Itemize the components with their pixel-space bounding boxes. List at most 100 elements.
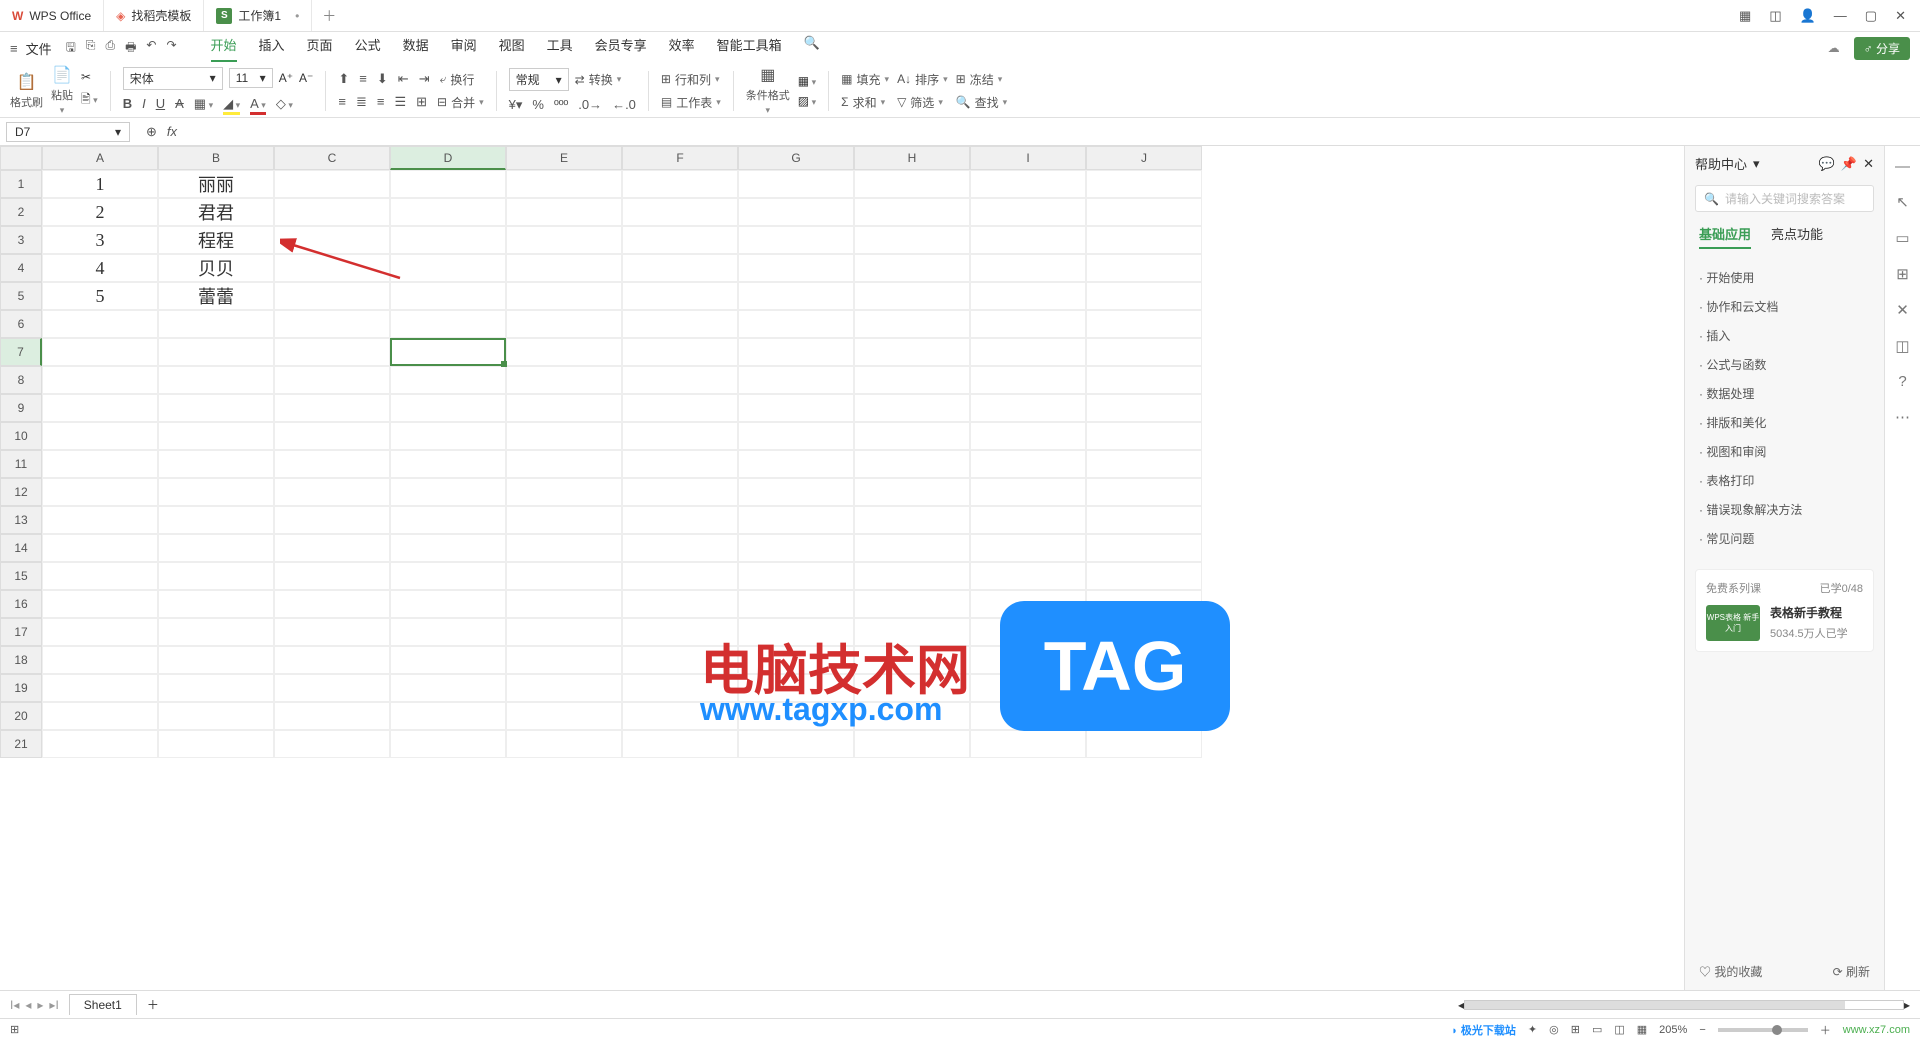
pin-icon[interactable]: 📌 <box>1841 156 1857 172</box>
cell[interactable] <box>506 282 622 310</box>
clear-format-button[interactable]: ◇ <box>276 96 293 115</box>
cell[interactable] <box>158 338 274 366</box>
redo-icon[interactable]: ↷ <box>166 38 176 59</box>
cell[interactable] <box>390 506 506 534</box>
cell[interactable] <box>970 310 1086 338</box>
help-item[interactable]: 视图和审阅 <box>1699 437 1870 466</box>
column-header[interactable]: I <box>970 146 1086 170</box>
italic-button[interactable]: I <box>142 96 146 115</box>
cell[interactable] <box>738 562 854 590</box>
cell[interactable] <box>274 478 390 506</box>
cell[interactable] <box>854 590 970 618</box>
help-item[interactable]: 错误现象解决方法 <box>1699 495 1870 524</box>
sort-button[interactable]: A↓ 排序 <box>897 71 948 88</box>
cell[interactable] <box>738 534 854 562</box>
currency-icon[interactable]: ¥▾ <box>509 97 523 113</box>
cell[interactable] <box>738 254 854 282</box>
row-header[interactable]: 13 <box>0 506 42 534</box>
cell[interactable] <box>854 394 970 422</box>
align-middle-icon[interactable]: ≡ <box>359 71 367 88</box>
cell[interactable] <box>1086 730 1202 758</box>
row-header[interactable]: 6 <box>0 310 42 338</box>
cell[interactable] <box>390 730 506 758</box>
cell[interactable]: 4 <box>42 254 158 282</box>
cell[interactable] <box>622 170 738 198</box>
tab-start[interactable]: 开始 <box>211 35 237 62</box>
cell[interactable] <box>854 478 970 506</box>
cell[interactable]: 2 <box>42 198 158 226</box>
cell[interactable] <box>738 310 854 338</box>
cell[interactable] <box>158 702 274 730</box>
my-favorites-button[interactable]: ♡ 我的收藏 <box>1699 963 1762 980</box>
cell[interactable] <box>42 590 158 618</box>
cell[interactable] <box>158 618 274 646</box>
row-header[interactable]: 3 <box>0 226 42 254</box>
cell[interactable] <box>970 562 1086 590</box>
help-item[interactable]: 开始使用 <box>1699 263 1870 292</box>
row-header[interactable]: 18 <box>0 646 42 674</box>
cell[interactable] <box>506 674 622 702</box>
print-icon[interactable]: ⎙ <box>105 38 115 59</box>
cell[interactable] <box>854 282 970 310</box>
cell[interactable] <box>390 562 506 590</box>
row-header[interactable]: 9 <box>0 394 42 422</box>
cell[interactable] <box>274 310 390 338</box>
cell[interactable] <box>854 422 970 450</box>
row-header[interactable]: 16 <box>0 590 42 618</box>
font-color-button[interactable]: A <box>250 96 266 115</box>
border-button[interactable]: ▦ <box>194 96 213 115</box>
cell[interactable] <box>738 590 854 618</box>
cell[interactable] <box>42 310 158 338</box>
cell[interactable] <box>970 478 1086 506</box>
cell[interactable] <box>738 338 854 366</box>
row-header[interactable]: 8 <box>0 366 42 394</box>
cell[interactable] <box>274 562 390 590</box>
cell[interactable] <box>970 730 1086 758</box>
cell[interactable] <box>970 282 1086 310</box>
row-col-button[interactable]: ⊞ 行和列 <box>661 71 721 88</box>
library-icon[interactable]: ◫ <box>1895 337 1909 355</box>
row-header[interactable]: 15 <box>0 562 42 590</box>
cell[interactable] <box>274 422 390 450</box>
cell[interactable] <box>42 394 158 422</box>
cell[interactable] <box>970 534 1086 562</box>
cell[interactable] <box>854 338 970 366</box>
help-item[interactable]: 数据处理 <box>1699 379 1870 408</box>
name-box[interactable]: D7▾ <box>6 122 130 142</box>
cell[interactable] <box>390 702 506 730</box>
select-all-corner[interactable] <box>0 146 42 170</box>
undo-icon[interactable]: ↶ <box>146 38 156 59</box>
tab-smart[interactable]: 智能工具箱 <box>717 35 782 62</box>
cell[interactable] <box>42 338 158 366</box>
cell[interactable] <box>274 450 390 478</box>
zoom-level[interactable]: 205% <box>1659 1024 1687 1036</box>
cell[interactable] <box>390 646 506 674</box>
cell[interactable] <box>622 506 738 534</box>
cell[interactable] <box>42 618 158 646</box>
cell[interactable] <box>970 506 1086 534</box>
cell[interactable] <box>622 394 738 422</box>
cell[interactable] <box>622 534 738 562</box>
cell[interactable] <box>390 366 506 394</box>
cell[interactable] <box>970 254 1086 282</box>
cell[interactable] <box>42 534 158 562</box>
backup-icon[interactable]: ⊞ <box>1896 265 1909 283</box>
hamburger-icon[interactable]: ≡ <box>10 41 18 56</box>
cell[interactable] <box>1086 422 1202 450</box>
tab-data[interactable]: 数据 <box>403 35 429 62</box>
cell[interactable] <box>158 310 274 338</box>
zoom-in-button[interactable]: ＋ <box>1820 1022 1831 1038</box>
cell[interactable]: 5 <box>42 282 158 310</box>
cell[interactable] <box>390 310 506 338</box>
cell[interactable] <box>158 450 274 478</box>
help-item[interactable]: 排版和美化 <box>1699 408 1870 437</box>
zoom-out-button[interactable]: − <box>1699 1024 1705 1036</box>
cell[interactable] <box>158 562 274 590</box>
cell[interactable] <box>622 422 738 450</box>
cell[interactable] <box>506 646 622 674</box>
grid-view-icon[interactable]: ⊞ <box>1571 1023 1580 1036</box>
cell[interactable] <box>738 226 854 254</box>
cell[interactable] <box>274 702 390 730</box>
save-icon[interactable]: 🖫 <box>66 38 76 59</box>
cell[interactable] <box>158 646 274 674</box>
